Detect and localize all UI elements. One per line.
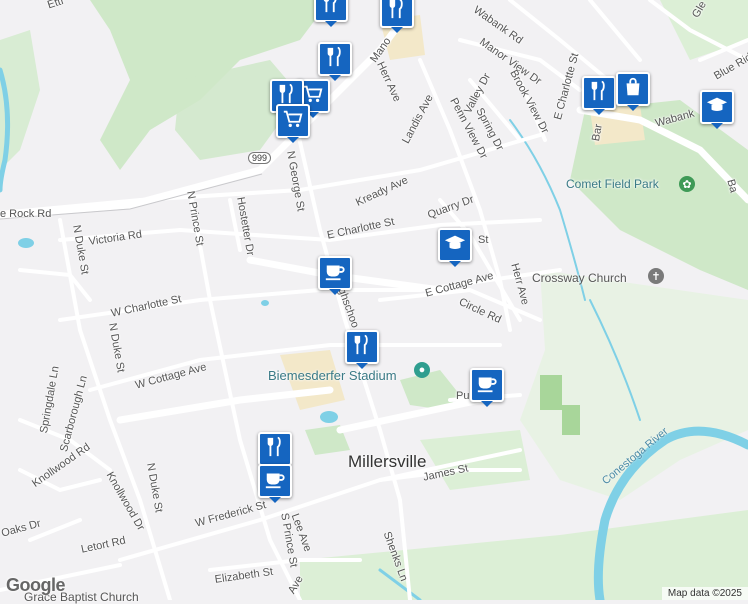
street-label-st-short: St [478,234,489,246]
shopping-cart-icon [282,108,304,135]
shopping-bag-icon [622,76,644,103]
coffee-cup-icon [264,468,286,495]
town-label-millersville: Millersville [348,452,427,471]
cafe-marker[interactable] [318,256,352,295]
route-999-shield: 999 [248,152,272,164]
fork-knife-icon [324,46,346,73]
graduation-cap-icon [444,232,466,259]
street-label-pu: Pu [456,390,470,402]
restaurant-marker[interactable] [258,432,292,471]
park-icon[interactable]: ✿ [679,176,695,192]
fork-knife-icon [588,80,610,107]
place-comet-field-park[interactable]: Comet Field Park [566,177,659,191]
google-logo: Google [6,575,66,595]
map-data-credit[interactable]: Map data ©2025 [661,587,748,600]
coffee-cup-icon [476,372,498,399]
restaurant-marker[interactable] [314,0,348,27]
school-marker[interactable] [438,228,472,267]
stadium-icon[interactable]: ● [414,362,430,378]
school-marker[interactable] [700,90,734,129]
fork-knife-icon [264,436,286,463]
cafe-marker[interactable] [258,464,292,503]
graduation-cap-icon [706,94,728,121]
restaurant-marker[interactable] [380,0,414,33]
fork-knife-icon [386,0,408,25]
shopping-marker[interactable] [616,72,650,111]
church-icon[interactable]: ✝ [648,268,664,284]
place-crossway-church[interactable]: Crossway Church [532,271,627,285]
fork-knife-icon [320,0,342,19]
cafe-marker[interactable] [470,368,504,407]
restaurant-marker[interactable] [345,330,379,369]
place-biemesderfer-stadium[interactable]: Biemesderfer Stadium [268,368,397,383]
coffee-cup-icon [324,260,346,287]
street-label-rock: e Rock Rd [0,208,52,220]
grocery-marker[interactable] [276,104,310,143]
restaurant-marker[interactable] [318,42,352,81]
restaurant-marker[interactable] [582,76,616,115]
fork-knife-icon [351,334,373,361]
